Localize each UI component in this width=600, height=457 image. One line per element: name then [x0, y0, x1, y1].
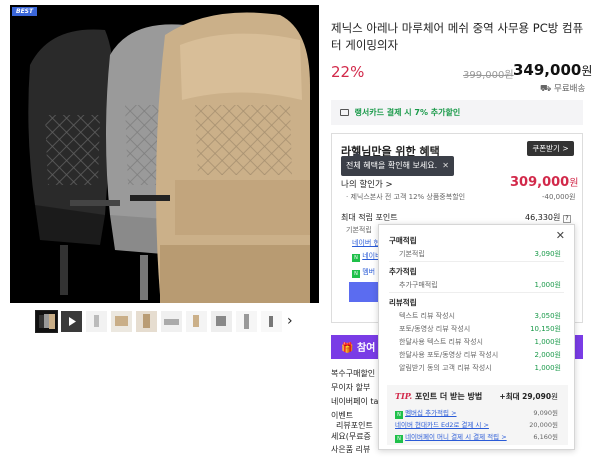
naver-card-link[interactable]: 네이버 현	[352, 238, 380, 248]
coupon-button[interactable]: 쿠폰받기 >	[527, 141, 574, 156]
original-price: 399,000원	[463, 70, 514, 81]
discount-rate: 22%	[331, 63, 365, 81]
points-item-label: 한달사용 텍스트 리뷰 작성시	[399, 338, 483, 346]
credit-card-icon	[340, 109, 349, 116]
tip-row[interactable]: N 네이버페이 머니 결제 시 결제 적립 >	[395, 431, 507, 443]
naver-n-icon: N	[395, 411, 403, 419]
points-item-label: 텍스트 리뷰 작성시	[399, 312, 455, 320]
tip-box: TIP. 포인트 더 받는 방법 +최대 29,090원 N 멤버십 추가적립 …	[387, 385, 568, 445]
tip-max-prefix: +최대	[499, 392, 520, 401]
discount-amount: -40,000원	[542, 193, 576, 201]
my-price: 309,000원	[510, 174, 578, 190]
truck-icon: ⛟	[540, 84, 552, 94]
info-line: 복수구매할인	[331, 369, 376, 378]
event-banner-label: 참여	[356, 343, 376, 354]
help-icon[interactable]: ?	[562, 215, 571, 223]
divider	[389, 292, 564, 293]
thumbnail[interactable]	[161, 311, 182, 332]
tip-row[interactable]: N 멤버십 추가적립 >	[395, 407, 457, 419]
tip-row-value: 9,090원	[533, 409, 558, 417]
my-price-label[interactable]: 나의 할인가 >	[341, 178, 393, 190]
thumbnail[interactable]	[111, 311, 132, 332]
gift-icon: 🎁	[341, 343, 354, 354]
max-points-value: 46,330원	[525, 213, 561, 222]
points-item-value: 2,000원	[534, 351, 561, 359]
thumbnail[interactable]	[136, 311, 157, 332]
membership-promo: N 멤버	[352, 267, 375, 278]
sale-price: 349,000원	[513, 61, 592, 79]
points-item-label: 추가구매적립	[399, 281, 438, 289]
card-promo-highlight: 7% 추가할인	[414, 108, 461, 117]
best-badge: BEST	[12, 7, 38, 16]
my-price-unit: 원	[569, 178, 579, 189]
tip-max-unit: 원	[551, 392, 558, 401]
membership-short: 멤버	[362, 268, 376, 276]
close-icon[interactable]: ✕	[442, 156, 449, 176]
points-item-value: 1,000원	[534, 338, 561, 346]
tip-row-label[interactable]: 네이버페이 머니 결제 시 결제 적립 >	[405, 433, 507, 441]
benefit-tooltip: 전체 혜택을 확인해 보세요. ✕	[341, 152, 454, 176]
points-item-value: 10,150원	[530, 325, 561, 333]
card-promo-prefix: 랭서카드 결제 시	[354, 108, 415, 117]
thumbnail[interactable]	[261, 311, 282, 332]
points-item-label: 한달사용 포토/동영상 리뷰 작성시	[399, 351, 499, 359]
thumbnail[interactable]	[236, 311, 257, 332]
divider	[389, 261, 564, 262]
membership-join-button[interactable]	[349, 282, 379, 302]
tooltip-text: 전체 혜택을 확인해 보세요.	[346, 161, 438, 170]
thumbnail[interactable]	[186, 311, 207, 332]
naver-n-icon: N	[352, 270, 360, 278]
shipping-label: 무료배송	[554, 84, 586, 94]
tip-row-value: 6,160원	[533, 433, 558, 441]
tip-row-value: 20,000원	[529, 421, 558, 429]
thumbnail[interactable]	[86, 311, 107, 332]
points-item-value: 3,050원	[534, 312, 561, 320]
thumbnail[interactable]	[61, 311, 82, 332]
info-line: 세요(무료증	[331, 432, 371, 441]
chevron-right-icon[interactable]: ›	[287, 313, 293, 329]
naver-n-icon: N	[395, 435, 403, 443]
thumbnail-strip	[35, 308, 286, 338]
tip-max: +최대 29,090원	[499, 391, 558, 402]
info-line: 사은품 리뷰	[331, 445, 371, 454]
shipping-info: ⛟ 무료배송	[540, 82, 585, 95]
points-popup: ✕ 구매적립 기본적립 3,090원 추가적립 추가구매적립 1,000원 리뷰…	[378, 224, 575, 450]
section-title: 추가적립	[389, 267, 417, 276]
product-title: 제닉스 아레나 마루체어 메쉬 중역 사무용 PC방 컴퓨터 게이밍의자	[331, 21, 584, 52]
tip-max-value: 29,090	[522, 392, 552, 401]
thumbnail[interactable]	[35, 310, 58, 333]
section-title: 리뷰적립	[389, 298, 417, 307]
points-item-value: 1,000원	[534, 281, 561, 289]
tip-title: 포인트 더 받는 방법	[414, 392, 483, 401]
thumbnail[interactable]	[211, 311, 232, 332]
max-points: 46,330원 ?	[525, 212, 571, 223]
info-line: 무이자 할부	[331, 383, 371, 392]
sale-price-value: 349,000	[513, 61, 582, 79]
sale-price-unit: 원	[581, 64, 593, 78]
info-line: 네이버페이 tap	[331, 397, 384, 406]
discount-description: · 제닉스본사 전 고객 12% 상품중복할인	[346, 193, 466, 201]
max-points-label: 최대 적립 포인트	[341, 213, 398, 222]
points-item-label: 알림받기 동의 고객 리뷰 작성시	[399, 364, 492, 372]
close-icon[interactable]: ✕	[556, 229, 565, 242]
tip-row-label[interactable]: 멤버십 추가적립 >	[405, 409, 456, 417]
points-item-label: 포토/동영상 리뷰 작성시	[399, 325, 471, 333]
tip-heading: TIP. 포인트 더 받는 방법	[395, 391, 482, 402]
discount-description-text: 제닉스본사 전 고객 12% 상품중복할인	[350, 193, 466, 201]
points-item-value: 3,090원	[534, 250, 561, 258]
naver-n-icon: N	[352, 254, 360, 262]
tip-row[interactable]: 네이버 현대카드 Ed2로 결제 시 >	[395, 419, 489, 429]
card-promo-banner[interactable]: 랭서카드 결제 시 7% 추가할인	[331, 100, 583, 125]
info-line: 리뷰포인트	[336, 421, 373, 430]
tip-label: TIP.	[395, 391, 413, 401]
section-title: 구매적립	[389, 236, 417, 245]
points-item-label: 기본적립	[399, 250, 425, 258]
basic-points: 기본적립	[346, 226, 372, 234]
my-price-value: 309,000	[510, 175, 570, 190]
product-main-image[interactable]	[10, 5, 319, 303]
tip-row-label[interactable]: 네이버 현대카드 Ed2로 결제 시 >	[395, 421, 489, 429]
points-item-value: 1,000원	[534, 364, 561, 372]
